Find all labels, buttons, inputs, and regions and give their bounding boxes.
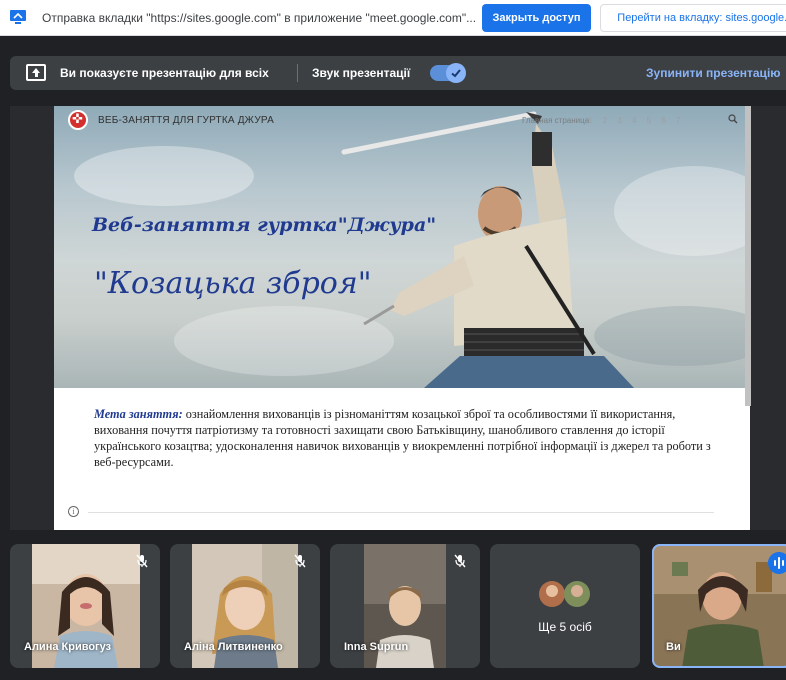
tab-sharing-infobar: Отправка вкладки "https://sites.google.c… (0, 0, 786, 36)
participant-name: Алина Кривогуз (24, 641, 112, 653)
switch-to-tab-button[interactable]: Перейти на вкладку: sites.google.c (600, 4, 786, 32)
presentation-sound-label: Звук презентації (312, 66, 411, 80)
hero-subtitle: Веб-заняття гуртка"Джура" (92, 214, 437, 236)
active-speaker-border (652, 544, 786, 668)
speaking-indicator-icon (768, 552, 786, 574)
goal-text: ознайомлення вихованців із різноманіттям… (94, 407, 711, 469)
site-title[interactable]: ВЕБ-ЗАНЯТТЯ ДЛЯ ГУРТКА ДЖУРА (98, 115, 274, 126)
cossack-illustration (341, 111, 634, 388)
shared-screen: ВЕБ-ЗАНЯТТЯ ДЛЯ ГУРТКА ДЖУРА Главная стр… (10, 106, 786, 530)
participant-tile[interactable]: Inna Suprun (330, 544, 480, 668)
divider (297, 64, 298, 82)
participant-avatars (539, 581, 590, 607)
stop-presenting-button[interactable]: Зупинити презентацію (646, 66, 781, 80)
hero-title: "Козацька зброя" (94, 266, 372, 301)
check-icon (446, 63, 466, 83)
participant-name: Inna Suprun (344, 641, 409, 653)
site-logo[interactable] (68, 110, 88, 130)
presenting-status: Ви показуєте презентацію для всіх (60, 66, 269, 80)
shared-site-page: ВЕБ-ЗАНЯТТЯ ДЛЯ ГУРТКА ДЖУРА Главная стр… (54, 106, 750, 530)
mic-off-icon (454, 554, 466, 568)
lesson-goal: Мета заняття: ознайомлення вихованців із… (94, 406, 722, 470)
screen-share-icon (10, 10, 26, 24)
infobar-message: Отправка вкладки "https://sites.google.c… (42, 11, 477, 25)
info-icon[interactable]: i (68, 506, 79, 517)
presenting-bar: Ви показуєте презентацію для всіх Звук п… (10, 56, 786, 90)
divider (88, 512, 714, 513)
site-nav-pages[interactable]: 1 2 3 4 5 6 7 (588, 116, 680, 125)
search-icon[interactable] (728, 114, 738, 124)
scrollbar[interactable] (745, 106, 751, 406)
mic-off-icon (294, 554, 306, 568)
presentation-sound-toggle[interactable] (430, 63, 466, 83)
goal-label: Мета заняття: (94, 407, 183, 421)
participant-name: Аліна Литвиненко (184, 641, 283, 653)
more-participants-label: Ще 5 осіб (538, 620, 592, 634)
participant-tile[interactable]: Аліна Литвиненко (170, 544, 320, 668)
present-screen-icon (26, 64, 46, 81)
stop-sharing-button[interactable]: Закрыть доступ (482, 4, 591, 32)
hero-banner: ВЕБ-ЗАНЯТТЯ ДЛЯ ГУРТКА ДЖУРА Главная стр… (54, 106, 750, 388)
site-header: ВЕБ-ЗАНЯТТЯ ДЛЯ ГУРТКА ДЖУРА Главная стр… (54, 106, 750, 134)
mic-off-icon (136, 554, 148, 568)
site-nav-home[interactable]: Главная страница (522, 116, 589, 125)
more-participants-tile[interactable]: Ще 5 осіб (490, 544, 640, 668)
participant-tile[interactable]: Алина Кривогуз (10, 544, 160, 668)
